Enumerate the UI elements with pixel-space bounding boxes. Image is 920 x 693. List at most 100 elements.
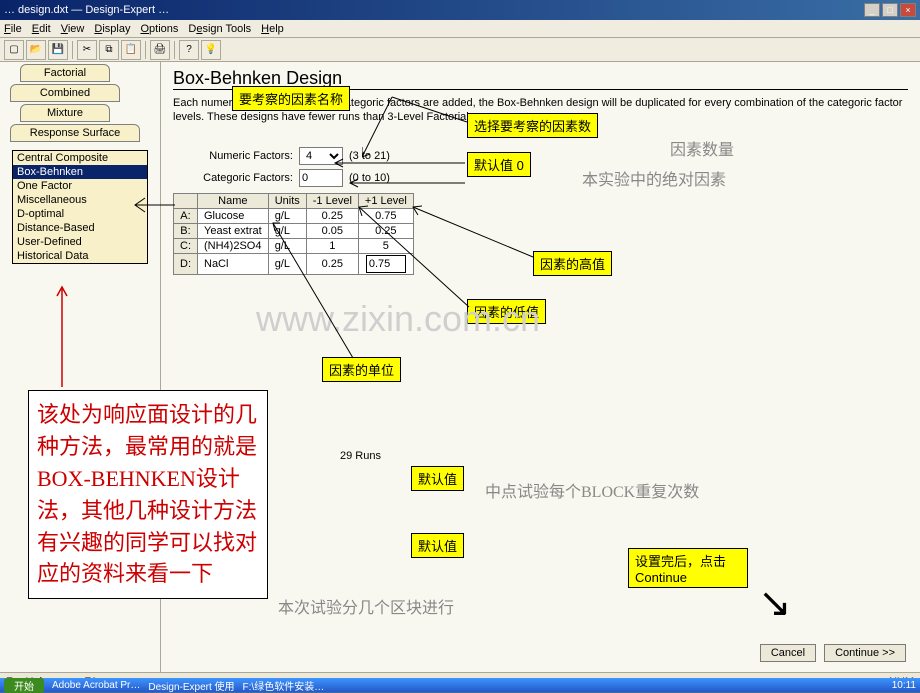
- gray-factor-count: 因素数量: [670, 136, 734, 160]
- callout-name: 要考察的因素名称: [232, 86, 350, 111]
- grid-header: -1 Level: [306, 193, 358, 208]
- cell-high[interactable]: 0.25: [358, 223, 413, 238]
- runs-text: 29 Runs: [340, 450, 381, 462]
- cut-icon[interactable]: ✂: [77, 40, 97, 60]
- cell-high-edit[interactable]: [366, 255, 406, 273]
- open-icon[interactable]: 📂: [26, 40, 46, 60]
- red-explanation: 该处为响应面设计的几种方法，最常用的就是BOX-BEHNKEN设计法，其他几种设…: [28, 390, 268, 599]
- taskbar-app[interactable]: Adobe Acrobat Pr…: [52, 680, 140, 691]
- maximize-button[interactable]: □: [882, 3, 898, 17]
- design-list[interactable]: Central Composite Box-Behnken One Factor…: [12, 150, 148, 264]
- grid-header: +1 Level: [358, 193, 413, 208]
- cell-name[interactable]: Glucose: [198, 208, 269, 223]
- menubar: File Edit View Display Options Design To…: [0, 20, 920, 38]
- window-title: … design.dxt — Design-Expert …: [4, 4, 864, 16]
- numeric-hint: (3 to 21): [349, 150, 390, 162]
- cell-low[interactable]: 1: [306, 238, 358, 253]
- tab-combined[interactable]: Combined: [10, 84, 120, 102]
- tab-response-surface[interactable]: Response Surface: [10, 124, 140, 142]
- gray-blocks: 本次试验分几个区块进行: [278, 594, 454, 618]
- taskbar-app[interactable]: F:\绿色软件安装…: [243, 678, 325, 693]
- categoric-factors-input[interactable]: [299, 169, 343, 187]
- cell-units[interactable]: g/L: [268, 208, 306, 223]
- menu-view[interactable]: View: [61, 23, 85, 35]
- table-row: A: Glucose g/L 0.25 0.75: [174, 208, 414, 223]
- new-icon[interactable]: ▢: [4, 40, 24, 60]
- cell-name[interactable]: Yeast extrat: [198, 223, 269, 238]
- cell-low[interactable]: 0.25: [306, 208, 358, 223]
- row-head: A:: [174, 208, 198, 223]
- table-row: D: NaCl g/L 0.25: [174, 253, 414, 274]
- design-item[interactable]: Miscellaneous: [13, 193, 147, 207]
- separator: [145, 41, 146, 59]
- numeric-label: Numeric Factors:: [173, 150, 293, 162]
- cell-units[interactable]: g/L: [268, 223, 306, 238]
- menu-display[interactable]: Display: [94, 23, 130, 35]
- cell-low[interactable]: 0.25: [306, 253, 358, 274]
- grid-header-row: Name Units -1 Level +1 Level: [174, 193, 414, 208]
- start-button[interactable]: 开始: [4, 678, 44, 693]
- numeric-row: Numeric Factors: 4 (3 to 21): [173, 147, 908, 165]
- cancel-button[interactable]: Cancel: [760, 644, 816, 662]
- titlebar: … design.dxt — Design-Expert … _ □ ×: [0, 0, 920, 20]
- help-icon[interactable]: ?: [179, 40, 199, 60]
- table-row: B: Yeast extrat g/L 0.05 0.25: [174, 223, 414, 238]
- gray-midpoint: 中点试验每个BLOCK重复次数: [485, 478, 699, 502]
- main-pane: Box-Behnken Design Each numeric factor i…: [160, 62, 920, 672]
- design-item[interactable]: Historical Data: [13, 249, 147, 263]
- design-item[interactable]: Central Composite: [13, 151, 147, 165]
- minimize-button[interactable]: _: [864, 3, 880, 17]
- grid-header: [174, 193, 198, 208]
- numeric-factors-select[interactable]: 4: [299, 147, 343, 165]
- menu-edit[interactable]: Edit: [32, 23, 51, 35]
- callout-default0: 默认值 0: [467, 152, 531, 177]
- cell-name[interactable]: (NH4)2SO4: [198, 238, 269, 253]
- categoric-hint: (0 to 10): [349, 172, 390, 184]
- callout-def1: 默认值: [411, 466, 464, 491]
- save-icon[interactable]: 💾: [48, 40, 68, 60]
- cell-units[interactable]: g/L: [268, 238, 306, 253]
- print-icon[interactable]: 🖨: [150, 40, 170, 60]
- tab-mixture[interactable]: Mixture: [20, 104, 110, 122]
- design-item[interactable]: Distance-Based: [13, 221, 147, 235]
- cell-units[interactable]: g/L: [268, 253, 306, 274]
- factor-grid: Name Units -1 Level +1 Level A: Glucose …: [173, 193, 414, 275]
- design-item[interactable]: D-optimal: [13, 207, 147, 221]
- categoric-row: Categoric Factors: (0 to 10): [173, 169, 908, 187]
- design-item[interactable]: One Factor: [13, 179, 147, 193]
- paste-icon[interactable]: 📋: [121, 40, 141, 60]
- callout-select: 选择要考察的因素数: [467, 113, 598, 138]
- cell-name[interactable]: NaCl: [198, 253, 269, 274]
- menu-file[interactable]: File: [4, 23, 22, 35]
- copy-icon[interactable]: ⧉: [99, 40, 119, 60]
- toolbar: ▢ 📂 💾 ✂ ⧉ 📋 🖨 ? 💡: [0, 38, 920, 62]
- callout-high: 因素的高值: [533, 251, 612, 276]
- taskbar-app[interactable]: Design-Expert 使用: [148, 678, 234, 693]
- continue-button[interactable]: Continue >>: [824, 644, 906, 662]
- callout-unit: 因素的单位: [322, 357, 401, 382]
- big-arrow-icon: ↘: [758, 580, 792, 626]
- tab-factorial[interactable]: Factorial: [20, 64, 110, 82]
- categoric-label: Categoric Factors:: [173, 172, 293, 184]
- callout-def2: 默认值: [411, 533, 464, 558]
- grid-header: Units: [268, 193, 306, 208]
- grid-header: Name: [198, 193, 269, 208]
- cell-low[interactable]: 0.05: [306, 223, 358, 238]
- menu-design-tools[interactable]: Design Tools: [188, 23, 251, 35]
- separator: [174, 41, 175, 59]
- menu-options[interactable]: Options: [140, 23, 178, 35]
- menu-help[interactable]: Help: [261, 23, 284, 35]
- design-item-selected[interactable]: Box-Behnken: [13, 165, 147, 179]
- close-button[interactable]: ×: [900, 3, 916, 17]
- row-head: D:: [174, 253, 198, 274]
- callout-low: 因素的低值: [467, 299, 546, 324]
- row-head: C:: [174, 238, 198, 253]
- cell-high[interactable]: 5: [358, 238, 413, 253]
- design-item[interactable]: User-Defined: [13, 235, 147, 249]
- callout-continue: 设置完后，点击Continue: [628, 548, 748, 588]
- tip-icon[interactable]: 💡: [201, 40, 221, 60]
- button-row: Cancel Continue >>: [760, 644, 906, 662]
- taskbar-clock: 10:11: [892, 680, 916, 691]
- row-head: B:: [174, 223, 198, 238]
- cell-high[interactable]: 0.75: [358, 208, 413, 223]
